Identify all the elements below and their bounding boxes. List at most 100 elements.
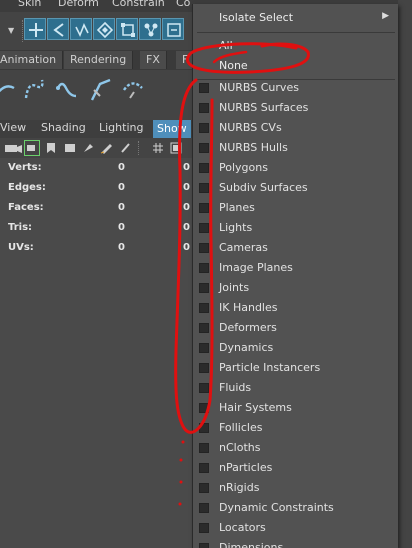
show-item-ik-handles[interactable]: IK Handles: [193, 298, 398, 318]
show-item-cameras[interactable]: Cameras: [193, 238, 398, 258]
show-item-image-planes[interactable]: Image Planes: [193, 258, 398, 278]
show-item-label: Deformers: [219, 321, 277, 334]
panel-menu-shading[interactable]: Shading: [41, 121, 86, 134]
select-misc-button[interactable]: [162, 18, 184, 40]
show-item-label: Image Planes: [219, 261, 293, 274]
ep-curve-icon[interactable]: [54, 76, 80, 104]
checkbox[interactable]: [199, 283, 209, 293]
show-item-locators[interactable]: Locators: [193, 518, 398, 538]
checkbox[interactable]: [199, 83, 209, 93]
cv-curve-icon[interactable]: [22, 76, 48, 104]
checkbox[interactable]: [199, 523, 209, 533]
checkbox[interactable]: [199, 303, 209, 313]
checkbox[interactable]: [199, 183, 209, 193]
show-item-ncloths[interactable]: nCloths: [193, 438, 398, 458]
panel-menu-lighting[interactable]: Lighting: [99, 121, 143, 134]
camera-attr-icon[interactable]: [24, 140, 40, 156]
hud-value: 0: [183, 162, 190, 173]
grid-icon[interactable]: [152, 142, 164, 154]
chevron-down-icon[interactable]: ▼: [8, 26, 18, 35]
show-item-lights[interactable]: Lights: [193, 218, 398, 238]
brush-icon[interactable]: [120, 142, 132, 154]
show-item-nrigids[interactable]: nRigids: [193, 478, 398, 498]
checkbox[interactable]: [199, 103, 209, 113]
hud-value: 0: [118, 222, 125, 233]
show-item-label: NURBS CVs: [219, 121, 282, 134]
checkbox[interactable]: [199, 163, 209, 173]
show-item-hair-systems[interactable]: Hair Systems: [193, 398, 398, 418]
menu-skin[interactable]: Skin: [18, 0, 41, 9]
checkbox[interactable]: [199, 423, 209, 433]
select-render-button[interactable]: [139, 18, 161, 40]
hud-verts-row: Verts: 0 0: [8, 162, 192, 176]
curve-tool-icon[interactable]: [0, 76, 18, 104]
tab-animation[interactable]: Animation: [0, 51, 64, 69]
panel-menu-view[interactable]: View: [0, 121, 26, 134]
checkbox[interactable]: [199, 243, 209, 253]
menu-co[interactable]: Co: [176, 0, 190, 9]
show-item-nurbs-curves[interactable]: NURBS Curves: [193, 78, 398, 98]
show-item-dynamics[interactable]: Dynamics: [193, 338, 398, 358]
checkbox[interactable]: [199, 343, 209, 353]
show-item-label: Dimensions: [219, 541, 284, 548]
checkbox[interactable]: [199, 383, 209, 393]
menu-constrain[interactable]: Constrain: [112, 0, 165, 9]
show-item-subdiv-surfaces[interactable]: Subdiv Surfaces: [193, 178, 398, 198]
checkbox[interactable]: [199, 363, 209, 373]
show-item-polygons[interactable]: Polygons: [193, 158, 398, 178]
show-item-fluids[interactable]: Fluids: [193, 378, 398, 398]
show-none-item[interactable]: None: [193, 55, 398, 77]
pencil-curve-icon[interactable]: [88, 76, 114, 104]
show-item-label: NURBS Curves: [219, 81, 299, 94]
bookmark-icon[interactable]: [46, 142, 56, 154]
select-by-hierarchy-button[interactable]: [24, 18, 46, 40]
show-item-joints[interactable]: Joints: [193, 278, 398, 298]
checkbox[interactable]: [199, 203, 209, 213]
select-surface-button[interactable]: [70, 18, 92, 40]
select-deformation-button[interactable]: [93, 18, 115, 40]
show-item-nurbs-surfaces[interactable]: NURBS Surfaces: [193, 98, 398, 118]
hud-value: 0: [183, 182, 190, 193]
panel-menu-show[interactable]: Show: [153, 120, 191, 138]
show-item-planes[interactable]: Planes: [193, 198, 398, 218]
grease-pencil-icon[interactable]: [100, 142, 114, 154]
show-item-label: Follicles: [219, 421, 263, 434]
show-all-item[interactable]: All: [193, 35, 398, 57]
show-item-nurbs-cvs[interactable]: NURBS CVs: [193, 118, 398, 138]
show-item-particle-instancers[interactable]: Particle Instancers: [193, 358, 398, 378]
isolate-select-item[interactable]: Isolate Select ▶: [193, 7, 398, 29]
show-item-nparticles[interactable]: nParticles: [193, 458, 398, 478]
arc-tool-icon[interactable]: [120, 76, 146, 104]
checkbox[interactable]: [199, 443, 209, 453]
image-plane-icon[interactable]: [64, 142, 76, 154]
show-item-deformers[interactable]: Deformers: [193, 318, 398, 338]
show-item-nurbs-hulls[interactable]: NURBS Hulls: [193, 138, 398, 158]
checkbox[interactable]: [199, 403, 209, 413]
tab-fx[interactable]: FX: [140, 51, 167, 69]
select-by-component-button[interactable]: [47, 18, 69, 40]
checkbox[interactable]: [199, 483, 209, 493]
misc-icon: [167, 23, 181, 37]
submenu-arrow-icon: ▶: [382, 11, 389, 21]
show-item-dimensions[interactable]: Dimensions: [193, 538, 398, 548]
hud-value: 0: [183, 222, 190, 233]
checkbox[interactable]: [199, 143, 209, 153]
show-item-follicles[interactable]: Follicles: [193, 418, 398, 438]
checkbox[interactable]: [199, 123, 209, 133]
checkbox[interactable]: [199, 503, 209, 513]
camera-icon[interactable]: [4, 142, 24, 154]
show-item-label: Polygons: [219, 161, 268, 174]
hud-label: UVs:: [8, 242, 34, 253]
tab-rendering[interactable]: Rendering: [64, 51, 134, 69]
checkbox[interactable]: [199, 543, 209, 548]
2d-pan-zoom-icon[interactable]: [82, 142, 94, 154]
checkbox[interactable]: [199, 263, 209, 273]
show-item-dynamic-constraints[interactable]: Dynamic Constraints: [193, 498, 398, 518]
viewport[interactable]: Verts: 0 0 Edges: 0 0 Faces: 0 0 Tris: 0…: [0, 158, 192, 548]
select-dynamic-button[interactable]: [116, 18, 138, 40]
checkbox[interactable]: [199, 223, 209, 233]
film-gate-icon[interactable]: [170, 142, 182, 154]
menu-deform[interactable]: Deform: [58, 0, 99, 9]
checkbox[interactable]: [199, 463, 209, 473]
checkbox[interactable]: [199, 323, 209, 333]
